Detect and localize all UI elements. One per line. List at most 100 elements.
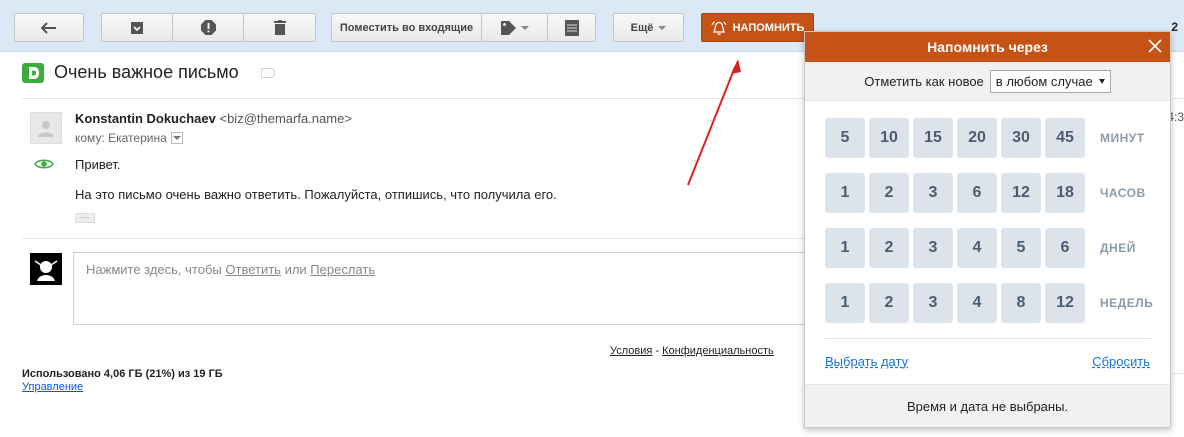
storage-usage: Использовано 4,06 ГБ (21%) из 19 ГБ [22, 368, 223, 380]
stack-icon [564, 19, 579, 36]
row-weeks: 1 2 3 4 8 12 НЕДЕЛЬ [825, 283, 1153, 323]
interval-option[interactable]: 10 [869, 118, 909, 158]
divider [1172, 373, 1184, 374]
page-counter: 2 [1171, 20, 1178, 34]
interval-option[interactable]: 30 [1001, 118, 1041, 158]
unit-label: ДНЕЙ [1100, 241, 1136, 255]
spam-icon [200, 20, 216, 35]
privacy-link[interactable]: Конфиденциальность [662, 345, 774, 357]
unit-label: ЧАСОВ [1100, 186, 1146, 200]
sender-name[interactable]: Konstantin Dokuchaev [75, 111, 216, 126]
divider [22, 238, 812, 239]
delete-button[interactable] [244, 13, 316, 42]
interval-option[interactable]: 8 [1001, 283, 1041, 323]
row-days: 1 2 3 4 5 6 ДНЕЙ [825, 228, 1136, 268]
pick-date-link[interactable]: Выбрать дату [825, 354, 908, 369]
reset-link[interactable]: Сбросить [1092, 354, 1150, 369]
divider [825, 338, 1151, 339]
stack-button[interactable] [548, 13, 596, 42]
trash-icon [273, 20, 286, 35]
labels-button[interactable] [482, 13, 548, 42]
status-bar: Время и дата не выбраны. [805, 384, 1170, 427]
interval-option[interactable]: 2 [869, 228, 909, 268]
divider [1172, 98, 1184, 99]
remind-label: НАПОМНИТЬ [732, 21, 805, 34]
mark-select[interactable]: в любом случае [989, 69, 1111, 93]
popup-title: Напомнить через [927, 39, 1048, 55]
interval-option[interactable]: 6 [1045, 228, 1085, 268]
footer-sep: - [652, 345, 663, 357]
move-group: Поместить во входящие [331, 13, 596, 42]
subject-row: Очень важное письмо [22, 62, 275, 83]
interval-option[interactable]: 45 [1045, 118, 1085, 158]
chevron-down-icon [172, 136, 181, 140]
message-greeting: Привет. [75, 157, 121, 172]
interval-option[interactable]: 15 [913, 118, 953, 158]
terms-link[interactable]: Условия [610, 345, 652, 357]
back-arrow-icon [41, 21, 56, 34]
chevron-down-icon [658, 25, 667, 30]
interval-option[interactable]: 6 [957, 173, 997, 213]
unit-label: НЕДЕЛЬ [1100, 296, 1154, 310]
interval-option[interactable]: 12 [1045, 283, 1085, 323]
eye-icon [34, 159, 54, 169]
reply-box[interactable]: Нажмите здесь, чтобы Ответить или Пересл… [73, 252, 813, 325]
interval-option[interactable]: 5 [825, 118, 865, 158]
manage-link[interactable]: Управление [22, 381, 83, 393]
interval-option[interactable]: 1 [825, 173, 865, 213]
status-text: Время и дата не выбраны. [906, 398, 1069, 414]
interval-option[interactable]: 5 [1001, 228, 1041, 268]
label-icon [22, 62, 44, 83]
user-avatar-icon [34, 260, 58, 281]
interval-option[interactable]: 3 [913, 228, 953, 268]
more-button[interactable]: Ещё [613, 13, 684, 42]
bell-icon [711, 21, 727, 35]
interval-option[interactable]: 12 [1001, 173, 1041, 213]
remind-popup: Напомнить через Отметить как новое в люб… [804, 31, 1171, 428]
interval-option[interactable]: 4 [957, 228, 997, 268]
archive-button[interactable] [101, 13, 173, 42]
message-body: На это письмо очень важно ответить. Пожа… [75, 187, 557, 202]
archive-icon [131, 21, 143, 34]
show-trimmed-button[interactable]: ··· [75, 213, 95, 223]
mark-as-new-row: Отметить как новое в любом случае [805, 62, 1170, 101]
forward-link[interactable]: Переслать [310, 262, 375, 277]
back-button[interactable] [14, 13, 84, 42]
popup-header: Напомнить через [805, 32, 1170, 62]
close-icon[interactable] [1146, 37, 1164, 55]
spam-button[interactable] [173, 13, 244, 42]
avatar [30, 253, 62, 285]
interval-option[interactable]: 2 [869, 173, 909, 213]
interval-option[interactable]: 20 [957, 118, 997, 158]
tag-icon [500, 20, 516, 35]
interval-option[interactable]: 1 [825, 283, 865, 323]
page-title: Очень важное письмо [54, 62, 239, 82]
annotation-arrow [687, 59, 741, 186]
recipient-details-toggle[interactable] [170, 132, 183, 144]
action-group [101, 13, 316, 42]
interval-option[interactable]: 18 [1045, 173, 1085, 213]
sender-email: <biz@themarfa.name> [219, 111, 352, 126]
reply-link[interactable]: Ответить [225, 262, 281, 277]
remind-button[interactable]: НАПОМНИТЬ [701, 13, 814, 42]
recipient-label: кому: Екатерина [75, 131, 167, 145]
footer-links: Условия - Конфиденциальность [610, 345, 774, 357]
interval-option[interactable]: 3 [913, 173, 953, 213]
unit-label: МИНУТ [1100, 131, 1145, 145]
recipient-line: кому: Екатерина [75, 131, 183, 145]
row-hours: 1 2 3 6 12 18 ЧАСОВ [825, 173, 1146, 213]
avatar[interactable] [30, 112, 62, 144]
mark-select-value: в любом случае [995, 73, 1093, 89]
move-to-inbox-button[interactable]: Поместить во входящие [331, 13, 482, 42]
row-minutes: 5 10 15 20 30 45 МИНУТ [825, 118, 1145, 158]
user-avatar-icon [38, 121, 54, 137]
interval-option[interactable]: 2 [869, 283, 909, 323]
chevron-down-icon [1098, 78, 1105, 84]
interval-option[interactable]: 1 [825, 228, 865, 268]
interval-option[interactable]: 4 [957, 283, 997, 323]
sender: Konstantin Dokuchaev <biz@themarfa.name> [75, 111, 352, 126]
reply-prompt: Нажмите здесь, чтобы [86, 262, 226, 277]
importance-marker-icon[interactable] [260, 67, 275, 78]
mark-label: Отметить как новое [864, 73, 984, 89]
interval-option[interactable]: 3 [913, 283, 953, 323]
